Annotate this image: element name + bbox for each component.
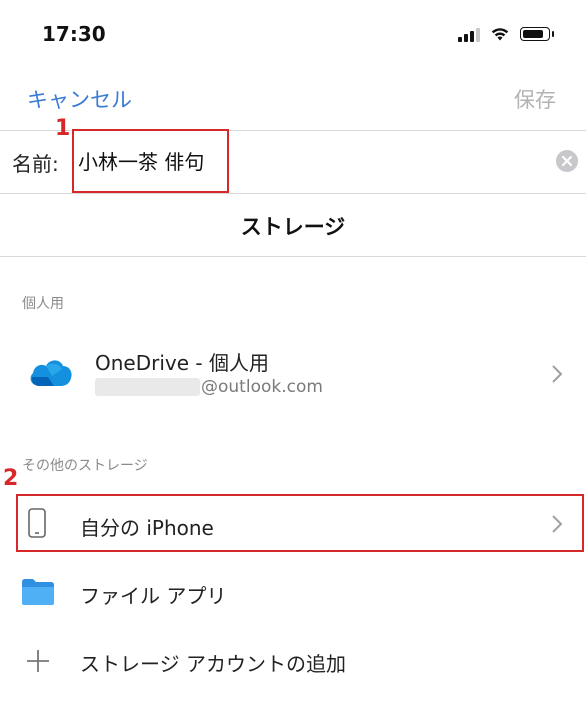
onedrive-cloud-icon [30,360,72,386]
onedrive-title: OneDrive - 個人用 [95,351,269,375]
battery-icon [520,27,554,41]
storage-item-add-account-label: ストレージ アカウントの追加 [80,652,346,676]
section-header-other: その他のストレージ [22,458,148,474]
status-time: 17:30 [42,22,106,46]
cancel-button[interactable]: キャンセル [27,84,132,114]
annotation-box-1 [72,129,229,193]
onedrive-email: @outlook.com [201,377,323,397]
annotation-number-2: 2 [3,466,19,491]
clear-icon [562,156,572,166]
clear-text-button[interactable] [556,150,578,172]
plus-icon [27,650,49,672]
annotation-box-2 [16,494,584,552]
name-label: 名前: [12,152,59,176]
storage-title: ストレージ [240,215,346,239]
divider [0,193,586,194]
storage-item-files-app-label: ファイル アプリ [80,584,227,608]
wifi-icon [491,28,509,41]
annotation-number-1: 1 [55,116,71,141]
divider [0,256,586,257]
save-button[interactable]: 保存 [514,84,556,114]
cellular-signal-icon [458,26,480,42]
section-header-personal: 個人用 [22,296,64,312]
onedrive-personal-item[interactable] [0,330,586,420]
chevron-right-icon [552,365,563,383]
folder-icon [22,579,54,605]
status-icons [458,24,554,44]
redacted-email-prefix [95,378,200,396]
